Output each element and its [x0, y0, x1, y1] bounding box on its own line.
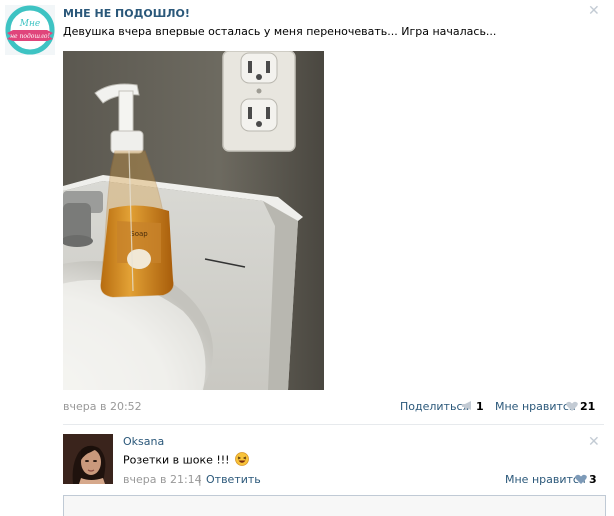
like-count[interactable]: 21 [580, 400, 595, 413]
reply-input-box[interactable] [63, 495, 606, 516]
share-count[interactable]: 1 [476, 400, 484, 413]
post-text: Девушка вчера впервые осталась у меня пе… [63, 25, 497, 38]
comment-text-row: Розетки в шоке !!! [123, 452, 249, 469]
comment-time[interactable]: вчера в 21:14 [123, 473, 202, 486]
like-button[interactable]: Мне нравится [495, 400, 576, 413]
svg-text:Soap: Soap [130, 230, 148, 238]
post-close-icon[interactable]: ✕ [588, 4, 600, 18]
heart-icon[interactable] [566, 401, 578, 415]
comment-author-link[interactable]: Oksana [123, 435, 164, 448]
reply-button[interactable]: Ответить [206, 473, 261, 486]
post-author-link[interactable]: МНЕ НЕ ПОДОШЛО! [63, 7, 190, 20]
comment-like-count[interactable]: 3 [589, 473, 597, 486]
svg-text:не подошло!: не подошло! [10, 33, 50, 40]
svg-text:Мне: Мне [19, 19, 40, 29]
share-label: Поделиться [400, 400, 470, 413]
comment-separator: | [198, 473, 202, 486]
comment-like-button[interactable]: Мне нравится [505, 473, 586, 486]
comment-heart-icon[interactable] [575, 474, 587, 488]
comment-avatar[interactable] [63, 434, 113, 484]
like-label: Мне нравится [495, 400, 576, 413]
megaphone-icon[interactable] [461, 400, 475, 414]
post-photo[interactable]: Soap [63, 51, 324, 390]
comment-text: Розетки в шоке !!! [123, 453, 230, 467]
share-button[interactable]: Поделиться [400, 400, 469, 413]
post-avatar[interactable]: Мне не подошло! [5, 5, 55, 55]
comment-like-label: Мне нравится [505, 473, 586, 486]
laughing-emoji-icon [235, 452, 249, 469]
post-time[interactable]: вчера в 20:52 [63, 400, 142, 413]
comment-close-icon[interactable]: ✕ [588, 435, 600, 449]
divider [63, 424, 604, 425]
